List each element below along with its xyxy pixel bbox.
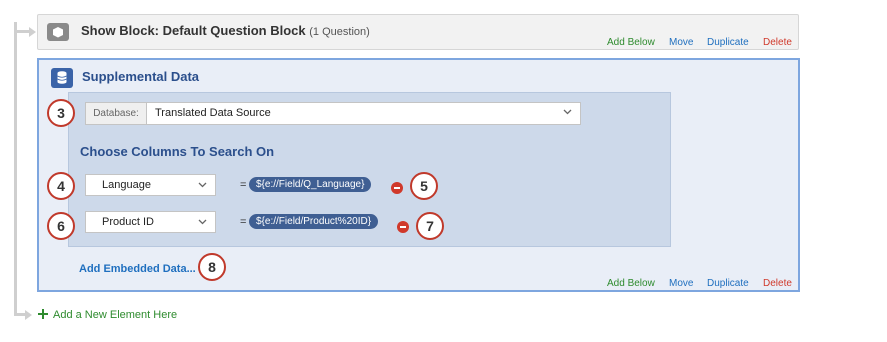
callout-6: 6 [47, 212, 75, 240]
question-count: (1 Question) [309, 26, 370, 38]
delete-link[interactable]: Delete [763, 278, 792, 289]
add-new-element-link[interactable]: Add a New Element Here [53, 309, 177, 321]
remove-column-icon[interactable] [397, 221, 409, 233]
column-select-value: Product ID [102, 216, 154, 228]
piped-text-value[interactable]: ${e://Field/Product%20ID} [249, 214, 379, 229]
callout-5: 5 [410, 172, 438, 200]
add-below-link[interactable]: Add Below [607, 37, 655, 48]
duplicate-link[interactable]: Duplicate [707, 278, 749, 289]
move-link[interactable]: Move [669, 37, 693, 48]
database-icon [51, 68, 73, 88]
column-select-product-id[interactable]: Product ID [85, 211, 216, 233]
database-value: Translated Data Source [155, 107, 271, 119]
move-link[interactable]: Move [669, 278, 693, 289]
show-block-title-text: Show Block: Default Question Block [81, 23, 306, 38]
show-block-header[interactable]: Show Block: Default Question Block (1 Qu… [37, 14, 799, 50]
equals-sign: = [240, 179, 247, 191]
piped-text-value[interactable]: ${e://Field/Q_Language} [249, 177, 372, 192]
chevron-down-icon [198, 182, 207, 188]
chevron-down-icon [563, 109, 572, 115]
column-select-value: Language [102, 179, 151, 191]
column-select-language[interactable]: Language [85, 174, 216, 196]
database-select[interactable]: Database: Translated Data Source [85, 102, 581, 125]
duplicate-link[interactable]: Duplicate [707, 37, 749, 48]
supplemental-settings-panel: Database: Translated Data Source Choose … [68, 92, 671, 247]
delete-link[interactable]: Delete [763, 37, 792, 48]
remove-column-icon[interactable] [391, 182, 403, 194]
show-block-title: Show Block: Default Question Block (1 Qu… [81, 23, 370, 38]
choose-columns-title: Choose Columns To Search On [80, 144, 275, 159]
callout-3: 3 [47, 99, 75, 127]
flow-line-top [14, 30, 30, 33]
flow-line-vertical [14, 22, 17, 316]
equals-sign: = [240, 216, 247, 228]
database-label: Database: [86, 103, 147, 124]
flow-arrow-top [29, 27, 36, 37]
callout-4: 4 [47, 172, 75, 200]
callout-8: 8 [198, 253, 226, 281]
callout-7: 7 [416, 212, 444, 240]
add-below-link[interactable]: Add Below [607, 278, 655, 289]
cube-icon [47, 23, 69, 41]
plus-icon[interactable] [38, 309, 48, 319]
flow-arrow-bottom [25, 310, 32, 320]
add-embedded-data-link[interactable]: Add Embedded Data... [79, 263, 196, 275]
supplemental-data-title: Supplemental Data [82, 69, 200, 84]
chevron-down-icon [198, 219, 207, 225]
